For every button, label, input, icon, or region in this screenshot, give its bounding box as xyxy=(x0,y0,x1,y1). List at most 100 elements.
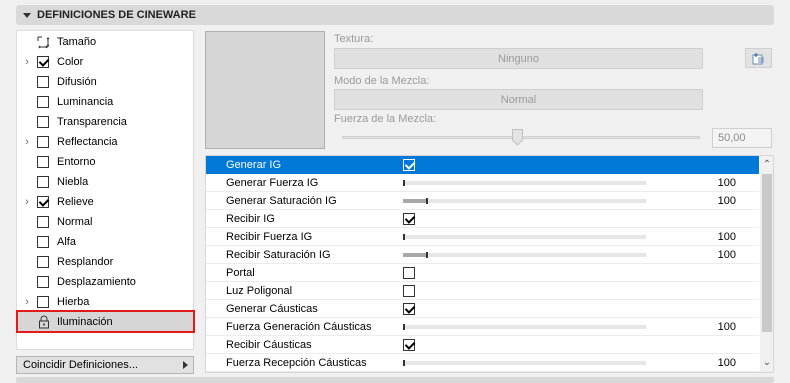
property-label: Recibir IG xyxy=(226,213,275,225)
blend-strength-value-field[interactable]: 50,00 xyxy=(712,128,772,148)
sidebar-item-checkbox[interactable] xyxy=(37,216,49,228)
property-slider-handle[interactable] xyxy=(403,180,405,186)
sidebar-item-label: Transparencia xyxy=(57,116,127,128)
property-label: Portal xyxy=(226,267,255,279)
property-slider[interactable] xyxy=(403,234,646,240)
sidebar-item[interactable]: Difusión xyxy=(17,72,193,92)
expand-arrow-icon[interactable]: › xyxy=(23,196,31,208)
sidebar-item-checkbox[interactable] xyxy=(37,136,49,148)
blend-strength-label: Fuerza de la Mezcla: xyxy=(334,113,437,125)
vertical-scrollbar[interactable]: ⌃ ⌄ xyxy=(760,156,773,372)
property-value[interactable]: 100 xyxy=(706,321,736,333)
property-value[interactable]: 100 xyxy=(706,357,736,369)
sidebar-item-checkbox[interactable] xyxy=(37,56,49,68)
sidebar-item-checkbox[interactable] xyxy=(37,96,49,108)
sidebar-item-label: Relieve xyxy=(57,196,94,208)
sidebar-item[interactable]: Tamaño xyxy=(17,32,193,52)
property-label: Recibir Saturación IG xyxy=(226,249,331,261)
property-row[interactable]: Fuerza Recepción Cáusticas 100 xyxy=(206,354,759,372)
property-slider[interactable] xyxy=(403,198,646,204)
category-list[interactable]: Tamaño › Color Difusión Luminancia Transparen… xyxy=(16,30,195,350)
property-checkbox[interactable] xyxy=(403,339,415,351)
property-slider[interactable] xyxy=(403,360,646,366)
property-checkbox[interactable] xyxy=(403,213,415,225)
sidebar-item[interactable]: Niebla xyxy=(17,172,193,192)
sidebar-item[interactable]: Entorno xyxy=(17,152,193,172)
property-value[interactable]: 100 xyxy=(706,195,736,207)
texture-picker-button[interactable] xyxy=(745,48,772,68)
property-value[interactable]: 100 xyxy=(706,231,736,243)
sidebar-item-checkbox[interactable] xyxy=(37,256,49,268)
property-row[interactable]: Generar Fuerza IG 100 xyxy=(206,174,759,192)
sidebar-item[interactable]: Iluminación xyxy=(17,312,193,332)
property-slider[interactable] xyxy=(403,180,646,186)
property-label: Generar Fuerza IG xyxy=(226,177,319,189)
property-row[interactable]: Fuerza Generación Cáusticas 100 xyxy=(206,318,759,336)
property-row[interactable]: Generar IG xyxy=(206,156,759,174)
property-slider[interactable] xyxy=(403,324,646,330)
sidebar-item[interactable]: Desplazamiento xyxy=(17,272,193,292)
match-settings-button[interactable]: Coincidir Definiciones... xyxy=(16,356,194,374)
property-row[interactable]: Portal xyxy=(206,264,759,282)
sidebar-item-label: Difusión xyxy=(57,76,97,88)
property-row[interactable]: Generar Saturación IG 100 xyxy=(206,192,759,210)
sidebar-item-checkbox[interactable] xyxy=(37,276,49,288)
sidebar-item[interactable]: Transparencia xyxy=(17,112,193,132)
expand-arrow-icon[interactable]: › xyxy=(23,296,31,308)
scroll-down-icon[interactable]: ⌄ xyxy=(760,356,773,370)
blend-mode-select[interactable]: Normal xyxy=(334,89,703,110)
sidebar-item[interactable]: › Hierba xyxy=(17,292,193,312)
property-row[interactable]: Generar Cáusticas xyxy=(206,300,759,318)
sidebar-item-label: Hierba xyxy=(57,296,90,308)
property-value[interactable]: 100 xyxy=(706,249,736,261)
lock-icon xyxy=(39,315,49,329)
sidebar-item[interactable]: › Relieve xyxy=(17,192,193,212)
property-row[interactable]: Recibir Fuerza IG 100 xyxy=(206,228,759,246)
property-slider-handle[interactable] xyxy=(403,324,405,330)
sidebar-item[interactable]: › Reflectancia xyxy=(17,132,193,152)
blend-strength-value: 50,00 xyxy=(718,132,746,144)
sidebar-item[interactable]: Resplandor xyxy=(17,252,193,272)
property-checkbox[interactable] xyxy=(403,159,415,171)
expand-arrow-icon[interactable]: › xyxy=(23,136,31,148)
property-slider[interactable] xyxy=(403,252,646,258)
sidebar-item-checkbox[interactable] xyxy=(37,116,49,128)
sidebar-item-checkbox[interactable] xyxy=(37,236,49,248)
texture-field[interactable]: Ninguno xyxy=(334,48,703,69)
sidebar-item-checkbox[interactable] xyxy=(37,196,49,208)
property-slider-handle[interactable] xyxy=(426,252,428,258)
panel-header[interactable]: DEFINICIONES DE CINEWARE xyxy=(16,5,774,25)
illumination-properties-table[interactable]: Generar IG Generar Fuerza IG 100 Generar Sa… xyxy=(205,155,774,373)
scroll-up-icon[interactable]: ⌃ xyxy=(760,158,773,172)
property-value[interactable]: 100 xyxy=(706,177,736,189)
property-row[interactable]: Recibir Saturación IG 100 xyxy=(206,246,759,264)
blend-strength-slider-thumb[interactable] xyxy=(512,129,523,146)
sidebar-item-label: Niebla xyxy=(57,176,89,188)
sidebar-item[interactable]: › Color xyxy=(17,52,193,72)
sidebar-item-checkbox[interactable] xyxy=(37,156,49,168)
property-row[interactable]: Recibir IG xyxy=(206,210,759,228)
expand-arrow-icon[interactable]: › xyxy=(23,56,31,68)
property-row[interactable]: Luz Poligonal xyxy=(206,282,759,300)
sidebar-item[interactable]: Luminancia xyxy=(17,92,193,112)
scrollbar-thumb[interactable] xyxy=(762,174,772,332)
property-slider-handle[interactable] xyxy=(426,198,428,204)
sidebar-item[interactable]: Alfa xyxy=(17,232,193,252)
property-slider-handle[interactable] xyxy=(403,360,405,366)
property-checkbox[interactable] xyxy=(403,285,415,297)
sidebar-item-checkbox[interactable] xyxy=(37,76,49,88)
property-row[interactable]: Recibir Cáusticas xyxy=(206,336,759,354)
sidebar-item-checkbox[interactable] xyxy=(37,296,49,308)
sidebar-item-checkbox[interactable] xyxy=(37,176,49,188)
sidebar-item-label: Alfa xyxy=(57,236,76,248)
next-panel-header[interactable] xyxy=(16,377,774,383)
property-slider-fill xyxy=(403,253,427,257)
property-slider-handle[interactable] xyxy=(403,234,405,240)
property-checkbox[interactable] xyxy=(403,267,415,279)
property-slider-fill xyxy=(403,199,427,203)
property-label: Fuerza Generación Cáusticas xyxy=(226,321,372,333)
property-checkbox[interactable] xyxy=(403,303,415,315)
sidebar-item-label: Normal xyxy=(57,216,93,228)
sidebar-item[interactable]: Normal xyxy=(17,212,193,232)
collapse-triangle-icon[interactable] xyxy=(23,12,31,18)
